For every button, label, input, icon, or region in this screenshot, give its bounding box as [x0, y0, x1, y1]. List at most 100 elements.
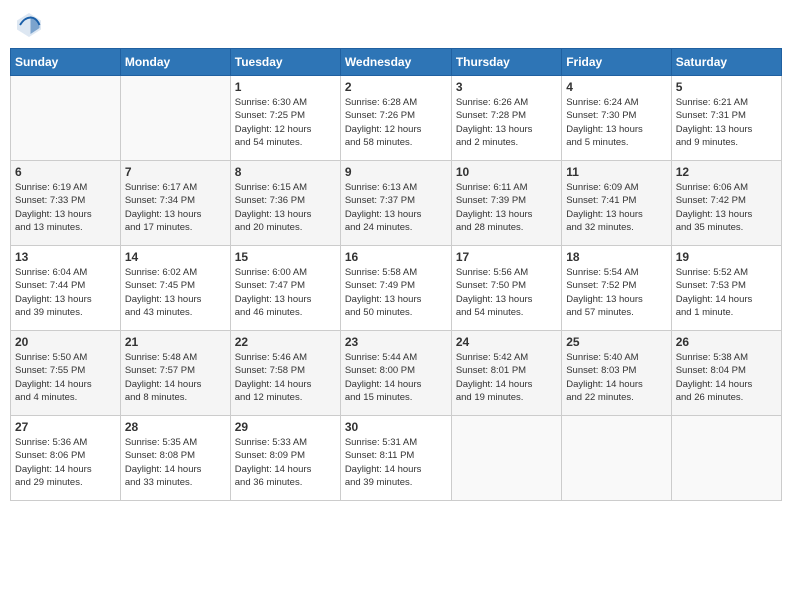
day-detail: Sunrise: 5:35 AM Sunset: 8:08 PM Dayligh… — [125, 436, 226, 489]
day-detail: Sunrise: 5:46 AM Sunset: 7:58 PM Dayligh… — [235, 351, 336, 404]
day-detail: Sunrise: 6:13 AM Sunset: 7:37 PM Dayligh… — [345, 181, 447, 234]
day-detail: Sunrise: 6:15 AM Sunset: 7:36 PM Dayligh… — [235, 181, 336, 234]
calendar-cell: 6 Sunrise: 6:19 AM Sunset: 7:33 PM Daylig… — [11, 161, 121, 246]
day-number: 29 — [235, 420, 336, 434]
calendar-cell: 3 Sunrise: 6:26 AM Sunset: 7:28 PM Daylig… — [451, 76, 561, 161]
day-number: 30 — [345, 420, 447, 434]
calendar-cell — [120, 76, 230, 161]
day-detail: Sunrise: 5:31 AM Sunset: 8:11 PM Dayligh… — [345, 436, 447, 489]
day-detail: Sunrise: 6:04 AM Sunset: 7:44 PM Dayligh… — [15, 266, 116, 319]
calendar-cell: 2Sunrise: 6:28 AM Sunset: 7:26 PM Daylig… — [340, 76, 451, 161]
calendar-cell: 9 Sunrise: 6:13 AM Sunset: 7:37 PM Daylig… — [340, 161, 451, 246]
weekday-header-thursday: Thursday — [451, 49, 561, 76]
day-number: 26 — [676, 335, 777, 349]
day-detail: Sunrise: 6:06 AM Sunset: 7:42 PM Dayligh… — [676, 181, 777, 234]
day-number: 7 — [125, 165, 226, 179]
weekday-header-monday: Monday — [120, 49, 230, 76]
calendar-cell: 4 Sunrise: 6:24 AM Sunset: 7:30 PM Daylig… — [562, 76, 671, 161]
calendar-week-row: 1Sunrise: 6:30 AM Sunset: 7:25 PM Daylig… — [11, 76, 782, 161]
day-number: 20 — [15, 335, 116, 349]
calendar-week-row: 13 Sunrise: 6:04 AM Sunset: 7:44 PM Dayli… — [11, 246, 782, 331]
calendar-cell: 29 Sunrise: 5:33 AM Sunset: 8:09 PM Dayli… — [230, 416, 340, 501]
calendar-week-row: 27Sunrise: 5:36 AM Sunset: 8:06 PM Dayli… — [11, 416, 782, 501]
day-detail: Sunrise: 6:21 AM Sunset: 7:31 PM Dayligh… — [676, 96, 777, 149]
day-detail: Sunrise: 6:19 AM Sunset: 7:33 PM Dayligh… — [15, 181, 116, 234]
calendar-cell: 20 Sunrise: 5:50 AM Sunset: 7:55 PM Dayli… — [11, 331, 121, 416]
weekday-header-row: SundayMondayTuesdayWednesdayThursdayFrid… — [11, 49, 782, 76]
weekday-header-friday: Friday — [562, 49, 671, 76]
day-detail: Sunrise: 6:24 AM Sunset: 7:30 PM Dayligh… — [566, 96, 666, 149]
calendar-week-row: 6 Sunrise: 6:19 AM Sunset: 7:33 PM Daylig… — [11, 161, 782, 246]
day-detail: Sunrise: 5:50 AM Sunset: 7:55 PM Dayligh… — [15, 351, 116, 404]
day-detail: Sunrise: 5:42 AM Sunset: 8:01 PM Dayligh… — [456, 351, 557, 404]
calendar-cell: 8Sunrise: 6:15 AM Sunset: 7:36 PM Daylig… — [230, 161, 340, 246]
day-number: 10 — [456, 165, 557, 179]
weekday-header-saturday: Saturday — [671, 49, 781, 76]
calendar: SundayMondayTuesdayWednesdayThursdayFrid… — [10, 48, 782, 501]
weekday-header-sunday: Sunday — [11, 49, 121, 76]
logo-icon — [14, 10, 44, 40]
calendar-week-row: 20 Sunrise: 5:50 AM Sunset: 7:55 PM Dayli… — [11, 331, 782, 416]
calendar-cell: 16 Sunrise: 5:58 AM Sunset: 7:49 PM Dayli… — [340, 246, 451, 331]
calendar-cell: 5 Sunrise: 6:21 AM Sunset: 7:31 PM Daylig… — [671, 76, 781, 161]
calendar-cell: 12 Sunrise: 6:06 AM Sunset: 7:42 PM Dayli… — [671, 161, 781, 246]
day-detail: Sunrise: 5:54 AM Sunset: 7:52 PM Dayligh… — [566, 266, 666, 319]
calendar-cell: 13 Sunrise: 6:04 AM Sunset: 7:44 PM Dayli… — [11, 246, 121, 331]
day-number: 13 — [15, 250, 116, 264]
day-number: 14 — [125, 250, 226, 264]
calendar-cell: 11 Sunrise: 6:09 AM Sunset: 7:41 PM Dayli… — [562, 161, 671, 246]
day-detail: Sunrise: 5:58 AM Sunset: 7:49 PM Dayligh… — [345, 266, 447, 319]
day-number: 5 — [676, 80, 777, 94]
day-number: 21 — [125, 335, 226, 349]
day-number: 11 — [566, 165, 666, 179]
calendar-cell: 23 Sunrise: 5:44 AM Sunset: 8:00 PM Dayli… — [340, 331, 451, 416]
day-number: 27 — [15, 420, 116, 434]
day-detail: Sunrise: 6:11 AM Sunset: 7:39 PM Dayligh… — [456, 181, 557, 234]
calendar-cell — [671, 416, 781, 501]
day-number: 16 — [345, 250, 447, 264]
day-number: 23 — [345, 335, 447, 349]
day-detail: Sunrise: 6:26 AM Sunset: 7:28 PM Dayligh… — [456, 96, 557, 149]
day-number: 28 — [125, 420, 226, 434]
calendar-cell: 18 Sunrise: 5:54 AM Sunset: 7:52 PM Dayli… — [562, 246, 671, 331]
calendar-cell — [451, 416, 561, 501]
day-detail: Sunrise: 5:44 AM Sunset: 8:00 PM Dayligh… — [345, 351, 447, 404]
day-detail: Sunrise: 6:00 AM Sunset: 7:47 PM Dayligh… — [235, 266, 336, 319]
calendar-cell: 7 Sunrise: 6:17 AM Sunset: 7:34 PM Daylig… — [120, 161, 230, 246]
day-detail: Sunrise: 5:33 AM Sunset: 8:09 PM Dayligh… — [235, 436, 336, 489]
calendar-cell: 25Sunrise: 5:40 AM Sunset: 8:03 PM Dayli… — [562, 331, 671, 416]
calendar-cell: 30 Sunrise: 5:31 AM Sunset: 8:11 PM Dayli… — [340, 416, 451, 501]
day-number: 9 — [345, 165, 447, 179]
day-number: 4 — [566, 80, 666, 94]
weekday-header-tuesday: Tuesday — [230, 49, 340, 76]
day-detail: Sunrise: 5:38 AM Sunset: 8:04 PM Dayligh… — [676, 351, 777, 404]
day-number: 6 — [15, 165, 116, 179]
weekday-header-wednesday: Wednesday — [340, 49, 451, 76]
calendar-cell: 19Sunrise: 5:52 AM Sunset: 7:53 PM Dayli… — [671, 246, 781, 331]
header — [10, 10, 782, 40]
day-detail: Sunrise: 6:17 AM Sunset: 7:34 PM Dayligh… — [125, 181, 226, 234]
calendar-cell: 1Sunrise: 6:30 AM Sunset: 7:25 PM Daylig… — [230, 76, 340, 161]
calendar-cell: 10 Sunrise: 6:11 AM Sunset: 7:39 PM Dayli… — [451, 161, 561, 246]
calendar-cell: 26 Sunrise: 5:38 AM Sunset: 8:04 PM Dayli… — [671, 331, 781, 416]
day-detail: Sunrise: 6:09 AM Sunset: 7:41 PM Dayligh… — [566, 181, 666, 234]
day-detail: Sunrise: 5:48 AM Sunset: 7:57 PM Dayligh… — [125, 351, 226, 404]
day-number: 18 — [566, 250, 666, 264]
calendar-cell: 28 Sunrise: 5:35 AM Sunset: 8:08 PM Dayli… — [120, 416, 230, 501]
day-number: 22 — [235, 335, 336, 349]
calendar-cell — [11, 76, 121, 161]
day-detail: Sunrise: 5:52 AM Sunset: 7:53 PM Dayligh… — [676, 266, 777, 319]
calendar-cell: 21 Sunrise: 5:48 AM Sunset: 7:57 PM Dayli… — [120, 331, 230, 416]
calendar-cell: 17Sunrise: 5:56 AM Sunset: 7:50 PM Dayli… — [451, 246, 561, 331]
calendar-cell: 24 Sunrise: 5:42 AM Sunset: 8:01 PM Dayli… — [451, 331, 561, 416]
day-detail: Sunrise: 6:28 AM Sunset: 7:26 PM Dayligh… — [345, 96, 447, 149]
day-number: 17 — [456, 250, 557, 264]
day-number: 3 — [456, 80, 557, 94]
day-detail: Sunrise: 6:30 AM Sunset: 7:25 PM Dayligh… — [235, 96, 336, 149]
calendar-cell: 22 Sunrise: 5:46 AM Sunset: 7:58 PM Dayli… — [230, 331, 340, 416]
day-number: 24 — [456, 335, 557, 349]
day-number: 25 — [566, 335, 666, 349]
calendar-cell: 27Sunrise: 5:36 AM Sunset: 8:06 PM Dayli… — [11, 416, 121, 501]
day-number: 12 — [676, 165, 777, 179]
day-number: 15 — [235, 250, 336, 264]
